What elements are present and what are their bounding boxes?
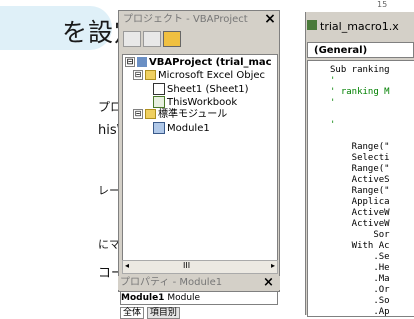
- view-object-icon[interactable]: [143, 31, 161, 47]
- tab-alphabetic[interactable]: 全体: [120, 307, 145, 319]
- code-line: Range(": [330, 142, 390, 152]
- tree-node-vbaproject[interactable]: ⊟ VBAProject (trial_mac: [125, 57, 272, 69]
- code-line: .He: [330, 263, 390, 273]
- collapse-icon[interactable]: ⊟: [125, 57, 135, 67]
- code-line: ActiveS: [330, 175, 390, 185]
- collapse-icon[interactable]: ⊟: [133, 70, 143, 80]
- project-explorer-title: プロジェクト - VBAProject: [119, 11, 279, 28]
- scroll-left-icon[interactable]: ◂: [125, 261, 129, 270]
- tree-node-standard-modules[interactable]: ⊟ 標準モジュール: [133, 109, 227, 121]
- code-editor[interactable]: Sub ranking ' ' ranking M ' ' Range(" Se…: [307, 60, 414, 317]
- horizontal-scrollbar[interactable]: ◂ III ▸: [122, 260, 278, 274]
- properties-title: プロパティ - Module1: [118, 276, 280, 290]
- tab-categorized[interactable]: 項目別: [146, 307, 180, 319]
- code-line: ': [330, 76, 336, 86]
- page-number: 15: [377, 0, 388, 9]
- tree-node-excel-objects[interactable]: ⊟ Microsoft Excel Objec: [133, 70, 265, 82]
- code-line: .Ap: [330, 307, 390, 317]
- properties-tabs: 全体 項目別: [120, 305, 180, 319]
- code-line: Range(": [330, 164, 390, 174]
- code-line: ActiveW: [330, 208, 390, 218]
- code-line: Range(": [330, 186, 390, 196]
- tree-node-sheet1[interactable]: Sheet1 (Sheet1): [153, 83, 249, 96]
- code-line: .Or: [330, 285, 390, 295]
- close-icon[interactable]: ×: [263, 12, 277, 26]
- code-line: Applica: [330, 197, 390, 207]
- code-line: Sub ranking: [330, 65, 390, 75]
- code-line: ': [330, 120, 336, 130]
- code-line: ' ranking M: [330, 87, 390, 97]
- code-window-title: trial_macro1.x: [320, 20, 399, 33]
- scroll-thumb[interactable]: III: [183, 261, 190, 270]
- tree-node-module1[interactable]: Module1: [153, 122, 210, 135]
- code-line: .Se: [330, 252, 390, 262]
- folder-icon: [145, 109, 156, 119]
- workbook-icon: [153, 96, 165, 108]
- code-line: .So: [330, 296, 390, 306]
- view-code-icon[interactable]: [123, 31, 141, 47]
- project-icon: [137, 57, 147, 67]
- object-combo[interactable]: (General): [307, 42, 414, 58]
- properties-object-select[interactable]: Module1 Module: [120, 291, 278, 305]
- code-line: Sor: [330, 230, 390, 240]
- folder-icon: [145, 70, 156, 80]
- code-line: .Ma: [330, 274, 390, 284]
- excel-icon: [307, 20, 317, 30]
- module-icon: [153, 122, 165, 134]
- tree-node-thisworkbook[interactable]: ThisWorkbook: [153, 96, 237, 109]
- scroll-right-icon[interactable]: ▸: [271, 261, 275, 270]
- toggle-folders-icon[interactable]: [163, 31, 181, 47]
- collapse-icon[interactable]: ⊟: [133, 109, 143, 119]
- code-line: With Ac: [330, 241, 390, 251]
- project-tree: ⊟ VBAProject (trial_mac ⊟ Microsoft Excel …: [122, 54, 278, 261]
- project-toolbar: [123, 31, 183, 49]
- sheet-icon: [153, 83, 165, 95]
- close-icon[interactable]: ×: [263, 276, 274, 290]
- code-line: ': [330, 98, 336, 108]
- code-line: ActiveW: [330, 219, 390, 229]
- code-line: Selecti: [330, 153, 390, 163]
